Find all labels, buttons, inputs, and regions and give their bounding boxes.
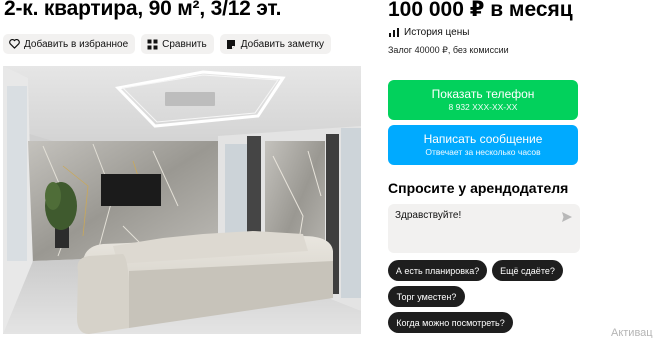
add-to-favorites-label: Добавить в избранное — [24, 38, 129, 50]
write-message-button[interactable]: Написать сообщение Отвечает за несколько… — [388, 125, 578, 165]
quick-question-chip[interactable]: Когда можно посмотреть? — [388, 312, 513, 333]
add-to-favorites-button[interactable]: Добавить в избранное — [3, 34, 136, 54]
activation-watermark: Активац — [611, 327, 653, 338]
price-history-icon — [388, 27, 400, 38]
listing-title: 2-к. квартира, 90 м², 3/12 эт. — [4, 0, 282, 20]
listing-photo[interactable] — [3, 66, 361, 334]
note-icon — [226, 39, 237, 50]
response-time-label: Отвечает за несколько часов — [425, 147, 541, 157]
compare-icon — [147, 39, 158, 50]
price-history-label: История цены — [404, 27, 470, 38]
heart-icon — [9, 39, 20, 50]
compare-label: Сравнить — [162, 38, 207, 50]
price: 100 000 ₽ в месяц — [388, 0, 573, 21]
write-message-label: Написать сообщение — [423, 132, 543, 146]
quick-question-chip[interactable]: А есть планировка? — [388, 260, 487, 281]
show-phone-button[interactable]: Показать телефон 8 932 XXX-XX-XX — [388, 80, 578, 120]
send-icon[interactable] — [561, 210, 573, 222]
message-input-value: Здравствуйте! — [395, 210, 462, 221]
deposit-info: Залог 40000 ₽, без комиссии — [388, 45, 509, 55]
quick-question-chip[interactable]: Торг уместен? — [388, 286, 465, 307]
quick-question-chip[interactable]: Ещё сдаёте? — [492, 260, 563, 281]
price-history-link[interactable]: История цены — [388, 27, 469, 38]
ask-landlord-heading: Спросите у арендодателя — [388, 180, 569, 196]
message-input[interactable]: Здравствуйте! — [388, 204, 580, 253]
add-note-button[interactable]: Добавить заметку — [219, 34, 331, 54]
show-phone-label: Показать телефон — [431, 87, 535, 101]
listing-actions: Добавить в избранное Сравнить Добавить з… — [3, 34, 331, 54]
add-note-label: Добавить заметку — [240, 38, 324, 50]
phone-number-masked: 8 932 XXX-XX-XX — [448, 102, 518, 112]
compare-button[interactable]: Сравнить — [141, 34, 214, 54]
